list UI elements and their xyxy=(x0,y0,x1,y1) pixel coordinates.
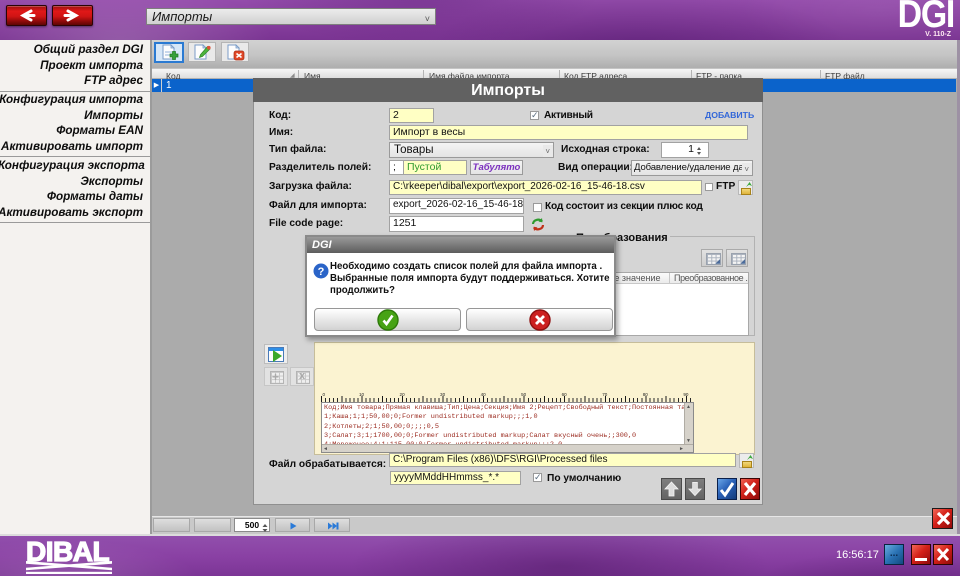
svg-text:40: 40 xyxy=(481,392,487,397)
svg-text:70: 70 xyxy=(602,392,608,397)
svg-text:0: 0 xyxy=(323,392,326,397)
svg-text:?: ? xyxy=(318,266,325,278)
svg-text:50: 50 xyxy=(521,392,527,397)
svg-text:60: 60 xyxy=(562,392,568,397)
svg-text:80: 80 xyxy=(643,392,649,397)
svg-text:20: 20 xyxy=(400,392,406,397)
svg-text:10: 10 xyxy=(359,392,365,397)
svg-text:30: 30 xyxy=(440,392,446,397)
svg-text:90: 90 xyxy=(683,392,689,397)
